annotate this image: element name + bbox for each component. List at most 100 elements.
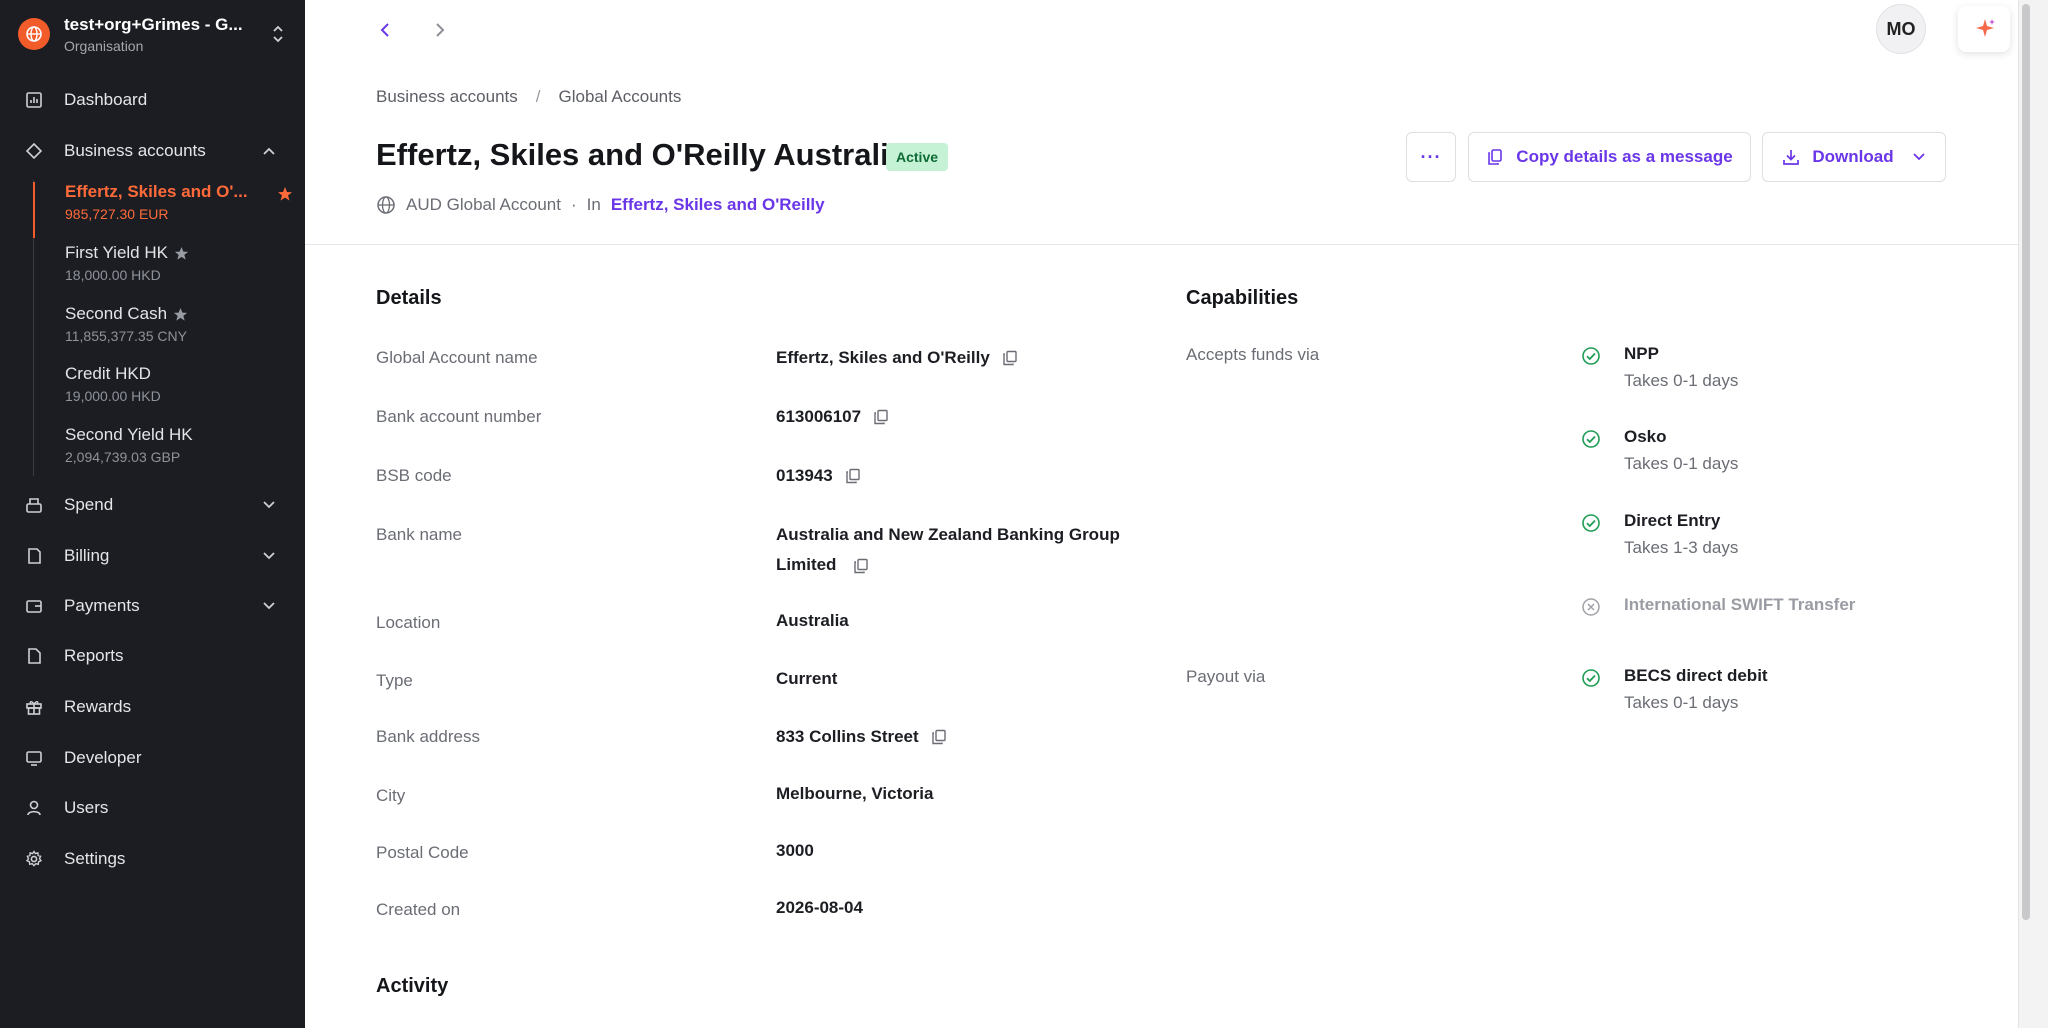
nav-payments[interactable]: Payments	[0, 586, 305, 626]
detail-value-text: 013943	[776, 466, 833, 485]
star-icon[interactable]	[173, 307, 188, 322]
detail-label: Created on	[376, 900, 461, 919]
detail-label: Postal Code	[376, 843, 469, 862]
detail-value-bsb: 013943	[776, 461, 1156, 491]
account-item-second-yield-hk[interactable]: Second Yield HK 2,094,739.03 GBP	[34, 425, 294, 481]
detail-value-created-on: 2026-08-04	[776, 893, 1156, 923]
parent-account-link[interactable]: Effertz, Skiles and O'Reilly	[611, 195, 825, 215]
capability-name: Direct Entry	[1624, 511, 1721, 530]
org-name: test+org+Grimes - G...	[64, 14, 243, 34]
account-item-second-cash[interactable]: Second Cash 11,855,377.35 CNY	[34, 304, 294, 360]
account-balance: 2,094,739.03 GBP	[65, 449, 181, 465]
nav-spend-label: Spend	[64, 495, 114, 514]
nav-business-accounts[interactable]: Business accounts	[0, 131, 305, 171]
copy-icon[interactable]	[1002, 350, 1018, 366]
copy-details-button[interactable]: Copy details as a message	[1468, 132, 1751, 182]
scrollbar-thumb[interactable]	[2022, 4, 2030, 920]
star-filled-icon[interactable]	[277, 186, 293, 207]
breadcrumb-separator: /	[535, 87, 541, 106]
chevron-down-icon	[259, 495, 279, 515]
detail-value-bank-address: 833 Collins Street	[776, 722, 1156, 752]
chevron-down-icon	[259, 596, 279, 616]
nav-settings[interactable]: Settings	[0, 839, 305, 879]
nav-dashboard[interactable]: Dashboard	[0, 80, 305, 120]
report-icon	[24, 646, 44, 666]
chevron-left-icon	[380, 23, 389, 37]
capability-time: Takes 0-1 days	[1624, 371, 1739, 390]
detail-label: Type	[376, 671, 413, 690]
nav-billing[interactable]: Billing	[0, 536, 305, 576]
org-subtitle: Organisation	[64, 37, 144, 54]
more-icon: ···	[1420, 146, 1442, 167]
check-circle-icon	[1581, 346, 1601, 371]
copy-icon[interactable]	[853, 558, 869, 574]
separator-dot: ·	[570, 195, 577, 214]
status-badge: Active	[886, 143, 949, 171]
more-actions-button[interactable]: ···	[1406, 132, 1456, 182]
account-balance: 985,727.30 EUR	[65, 206, 169, 222]
star-icon[interactable]	[174, 246, 189, 261]
nav-users[interactable]: Users	[0, 788, 305, 828]
detail-value-text: 2026-08-04	[776, 898, 863, 917]
breadcrumb-global-accounts[interactable]: Global Accounts	[558, 87, 681, 107]
org-switcher[interactable]: test+org+Grimes - G... Organisation	[18, 14, 288, 54]
capability-name: NPP	[1624, 344, 1659, 363]
detail-label: City	[376, 786, 406, 805]
chart-icon	[24, 90, 44, 110]
diamond-icon	[24, 141, 44, 161]
check-circle-icon	[1581, 429, 1601, 454]
account-item-first-yield-hk[interactable]: First Yield HK 18,000.00 HKD	[34, 243, 294, 299]
business-accounts-list: Effertz, Skiles and O'... 985,727.30 EUR…	[33, 180, 305, 476]
detail-value-account-number: 613006107	[776, 402, 1156, 432]
detail-label: Bank name	[376, 525, 462, 544]
detail-value-text: 833 Collins Street	[776, 727, 919, 746]
ai-assistant-button[interactable]	[1958, 6, 2010, 52]
account-name: Second Yield HK	[65, 425, 193, 444]
detail-value-text: 613006107	[776, 407, 862, 426]
detail-label: Bank account number	[376, 407, 542, 426]
account-name: First Yield HK	[65, 243, 168, 262]
nav-reports[interactable]: Reports	[0, 636, 305, 676]
breadcrumb: Business accounts / Global Accounts	[376, 87, 681, 107]
account-item-credit-hkd[interactable]: Credit HKD 19,000.00 HKD	[34, 364, 294, 420]
detail-value-text: Australia	[776, 611, 849, 630]
monitor-icon	[24, 748, 44, 768]
capability-name: International SWIFT Transfer	[1624, 595, 1856, 614]
account-type: AUD Global Account	[406, 195, 561, 214]
forward-button[interactable]	[426, 16, 454, 44]
nav-payments-label: Payments	[64, 596, 140, 615]
capabilities-title: Capabilities	[1186, 287, 1299, 309]
detail-value-text: Melbourne, Victoria	[776, 784, 934, 803]
copy-icon[interactable]	[845, 468, 861, 484]
copy-icon[interactable]	[931, 729, 947, 745]
nav-rewards[interactable]: Rewards	[0, 687, 305, 727]
back-button[interactable]	[371, 16, 399, 44]
copy-icon[interactable]	[873, 409, 889, 425]
breadcrumb-business-accounts[interactable]: Business accounts	[376, 87, 518, 107]
nav-settings-label: Settings	[64, 849, 126, 868]
account-subline: AUD Global Account · In Effertz, Skiles …	[376, 195, 825, 215]
chevron-right-icon	[436, 23, 445, 37]
user-icon	[24, 798, 44, 818]
page-title: Effertz, Skiles and O'Reilly Australia	[376, 137, 906, 172]
page-scrollbar[interactable]	[2018, 0, 2048, 1028]
avatar[interactable]: MO	[1876, 4, 1926, 54]
nav-spend[interactable]: Spend	[0, 485, 305, 525]
detail-label: Global Account name	[376, 348, 538, 367]
detail-label: Location	[376, 613, 441, 632]
copy-details-label: Copy details as a message	[1516, 147, 1733, 166]
detail-value-location: Australia	[776, 606, 1156, 636]
in-label: In	[586, 195, 601, 214]
chevron-down-icon	[1912, 152, 1926, 162]
nav-developer[interactable]: Developer	[0, 738, 305, 778]
details-title: Details	[376, 287, 442, 309]
detail-value-bank-name: Australia and New Zealand Banking Group …	[776, 520, 1146, 580]
account-item-effertz[interactable]: Effertz, Skiles and O'... 985,727.30 EUR	[33, 182, 293, 238]
detail-value-text: Current	[776, 669, 838, 688]
accepts-funds-label: Accepts funds via	[1186, 345, 1320, 364]
download-button[interactable]: Download	[1762, 132, 1946, 182]
globe-logo-icon	[18, 18, 50, 50]
detail-label: Bank address	[376, 727, 480, 746]
download-icon	[1782, 148, 1800, 166]
chevron-up-icon	[259, 141, 279, 161]
